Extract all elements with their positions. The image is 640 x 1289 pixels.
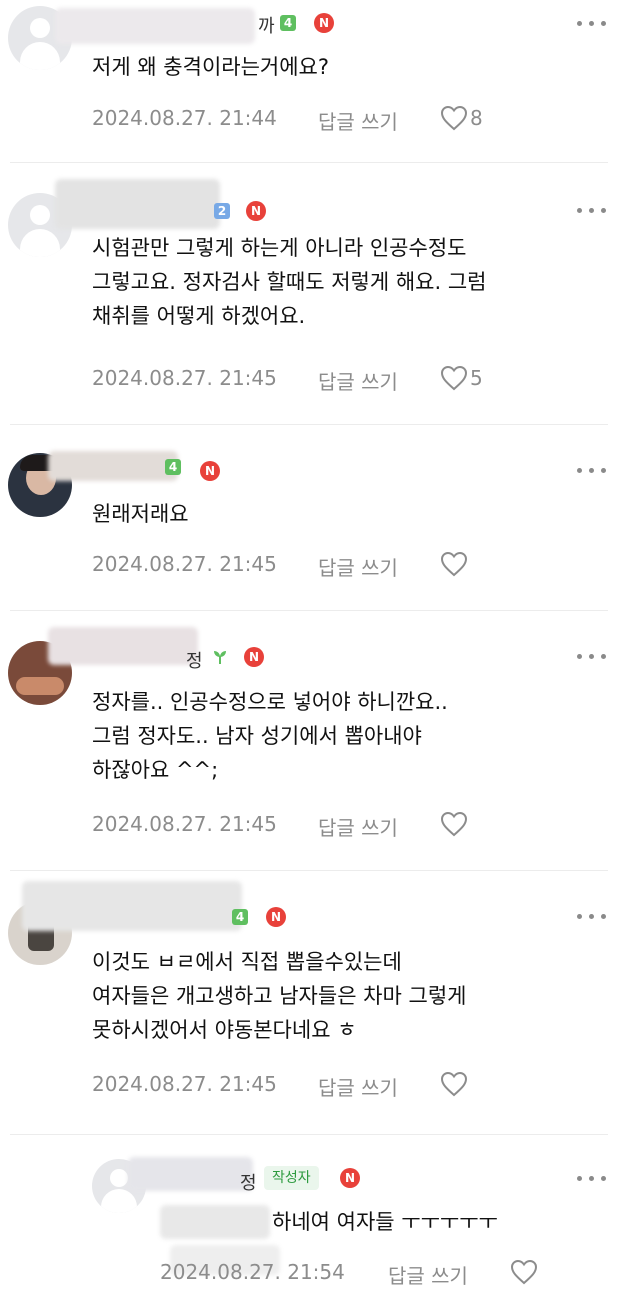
more-dots-icon[interactable] [577, 1173, 609, 1183]
n-badge-icon: N [266, 907, 286, 927]
comment-text: 시험관만 그렇게 하는게 아니라 인공수정도 그렇고요. 정자검사 할때도 저렇… [92, 236, 487, 328]
comment-date: 2024.08.27. 21:45 [92, 812, 277, 836]
heart-icon[interactable] [440, 105, 468, 131]
nickname-tail[interactable]: 정 [186, 647, 203, 673]
comment-2: 2 N 시험관만 그렇게 하는게 아니라 인공수정도 그렇고요. 정자검사 할때… [0, 163, 640, 423]
comment-text: 원래저래요 [92, 502, 189, 526]
more-dots-icon[interactable] [577, 651, 609, 661]
comment-text: 정자를.. 인공수정으로 넣어야 하니깐요.. 그럼 정자도.. 남자 성기에서… [92, 690, 448, 782]
nickname-redacted [22, 881, 242, 931]
nickname-redacted [48, 451, 178, 481]
reply-button[interactable]: 답글 쓰기 [318, 812, 398, 841]
level-badge: 4 [165, 459, 181, 475]
text-redacted [160, 1205, 270, 1239]
comment-date: 2024.08.27. 21:45 [92, 552, 277, 576]
comment-4: 정 N 정자를.. 인공수정으로 넣어야 하니깐요.. 그럼 정자도.. 남자 … [0, 611, 640, 869]
heart-icon[interactable] [510, 1259, 538, 1285]
reply-button[interactable]: 답글 쓰기 [318, 552, 398, 581]
heart-icon[interactable] [440, 551, 468, 577]
heart-icon[interactable] [440, 1071, 468, 1097]
comment-date: 2024.08.27. 21:45 [92, 366, 277, 390]
heart-icon[interactable] [440, 365, 468, 391]
sprout-icon [214, 651, 226, 664]
nickname-tail[interactable]: 까 [258, 12, 275, 38]
nickname-redacted [55, 8, 255, 44]
comment-text: 저게 왜 충격이라는거에요? [92, 55, 330, 79]
nickname-redacted [128, 1157, 253, 1191]
more-dots-icon[interactable] [577, 911, 609, 921]
nickname-redacted [48, 627, 198, 665]
comment-date: 2024.08.27. 21:45 [92, 1072, 277, 1096]
comment-text: 하네여 여자들 ㅜㅜㅜㅜㅜ [272, 1210, 498, 1234]
comment-text: 이것도 ㅂㄹ에서 직접 뽑을수있는데 여자들은 개고생하고 남자들은 차마 그렇… [92, 950, 467, 1042]
like-count: 8 [470, 106, 483, 130]
comment-date: 2024.08.27. 21:44 [92, 106, 277, 130]
comment-5: 4 N 이것도 ㅂㄹ에서 직접 뽑을수있는데 여자들은 개고생하고 남자들은 차… [0, 871, 640, 1133]
comment-3: 4 N 원래저래요 2024.08.27. 21:45 답글 쓰기 [0, 425, 640, 611]
nickname-tail[interactable]: 정 [240, 1169, 257, 1195]
heart-icon[interactable] [440, 811, 468, 837]
more-dots-icon[interactable] [577, 18, 609, 28]
more-dots-icon[interactable] [577, 465, 609, 475]
level-badge: 2 [214, 203, 230, 219]
comment-date: 2024.08.27. 21:54 [160, 1260, 345, 1284]
n-badge-icon: N [340, 1168, 360, 1188]
comment-6-reply: 정 작성자 N 하네여 여자들 ㅜㅜㅜㅜㅜ 2024.08.27. 21:54 … [0, 1135, 640, 1288]
level-badge: 4 [232, 909, 248, 925]
n-badge-icon: N [246, 201, 266, 221]
nickname-redacted [55, 179, 220, 229]
n-badge-icon: N [314, 13, 334, 33]
author-tag: 작성자 [264, 1166, 319, 1190]
more-dots-icon[interactable] [577, 205, 609, 215]
reply-button[interactable]: 답글 쓰기 [318, 366, 398, 395]
reply-button[interactable]: 답글 쓰기 [318, 106, 398, 135]
reply-button[interactable]: 답글 쓰기 [318, 1072, 398, 1101]
like-count: 5 [470, 366, 483, 390]
comment-1: 까 4 N 저게 왜 충격이라는거에요? 2024.08.27. 21:44 답… [0, 0, 640, 162]
level-badge: 4 [280, 15, 296, 31]
n-badge-icon: N [200, 461, 220, 481]
reply-button[interactable]: 답글 쓰기 [388, 1260, 468, 1289]
n-badge-icon: N [244, 647, 264, 667]
